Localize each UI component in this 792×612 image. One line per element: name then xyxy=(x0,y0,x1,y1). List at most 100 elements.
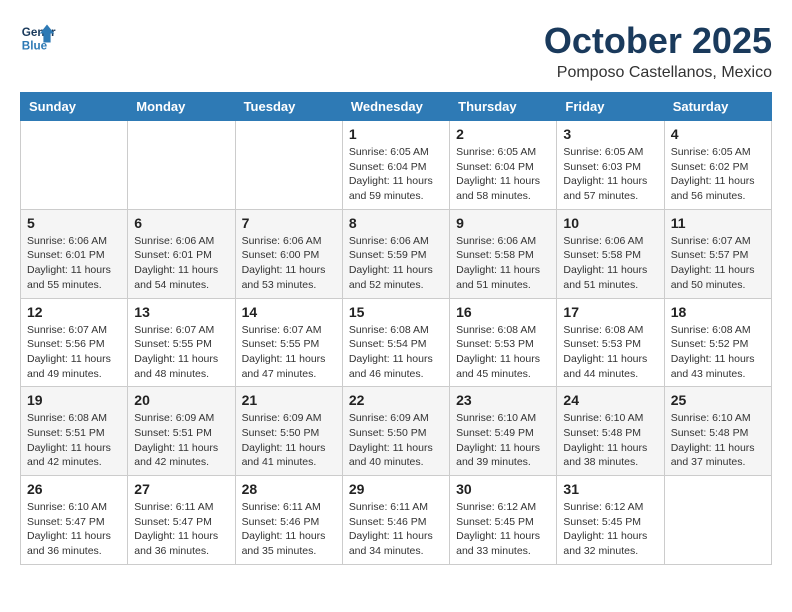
day-number: 10 xyxy=(563,215,657,231)
weekday-header-friday: Friday xyxy=(557,93,664,121)
day-number: 30 xyxy=(456,481,550,497)
day-cell: 27Sunrise: 6:11 AM Sunset: 5:47 PM Dayli… xyxy=(128,476,235,565)
day-number: 22 xyxy=(349,392,443,408)
day-number: 24 xyxy=(563,392,657,408)
day-info: Sunrise: 6:09 AM Sunset: 5:51 PM Dayligh… xyxy=(134,411,228,470)
logo-icon: General Blue xyxy=(20,20,56,56)
day-number: 31 xyxy=(563,481,657,497)
calendar: SundayMondayTuesdayWednesdayThursdayFrid… xyxy=(20,92,772,565)
day-number: 14 xyxy=(242,304,336,320)
week-row-1: 1 Sunrise: 6:05 AM Sunset: 6:04 PM Daylig… xyxy=(21,121,772,210)
weekday-header-tuesday: Tuesday xyxy=(235,93,342,121)
day-number: 4 xyxy=(671,126,765,142)
day-cell: 21 Sunrise: 6:09 AM Sunset: 5:50 PM Dayli… xyxy=(235,387,342,476)
day-info: Sunrise: 6:12 AM Sunset: 5:45 PM Dayligh… xyxy=(456,500,550,559)
day-info: Sunrise: 6:06 AM Sunset: 5:58 PM Dayligh… xyxy=(456,234,550,293)
day-info: Sunrise: 6:10 AM Sunset: 5:48 PM Dayligh… xyxy=(671,411,765,470)
day-info: Sunrise: 6:09 AM Sunset: 5:50 PM Dayligh… xyxy=(242,411,336,470)
day-number: 2 xyxy=(456,126,550,142)
day-info: Sunrise: 6:06 AM Sunset: 6:00 PM Dayligh… xyxy=(242,234,336,293)
day-number: 11 xyxy=(671,215,765,231)
day-info: Sunrise: 6:11 AM Sunset: 5:46 PM Dayligh… xyxy=(349,500,443,559)
day-info: Sunrise: 6:10 AM Sunset: 5:49 PM Dayligh… xyxy=(456,411,550,470)
day-cell: 24 Sunrise: 6:10 AM Sunset: 5:48 PM Dayli… xyxy=(557,387,664,476)
day-cell: 11 Sunrise: 6:07 AM Sunset: 5:57 PM Dayli… xyxy=(664,209,771,298)
week-row-2: 5 Sunrise: 6:06 AM Sunset: 6:01 PM Daylig… xyxy=(21,209,772,298)
day-number: 8 xyxy=(349,215,443,231)
day-number: 27 xyxy=(134,481,228,497)
day-cell: 15 Sunrise: 6:08 AM Sunset: 5:54 PM Dayli… xyxy=(342,298,449,387)
day-info: Sunrise: 6:05 AM Sunset: 6:02 PM Dayligh… xyxy=(671,145,765,204)
day-info: Sunrise: 6:11 AM Sunset: 5:46 PM Dayligh… xyxy=(242,500,336,559)
day-number: 18 xyxy=(671,304,765,320)
day-cell: 16 Sunrise: 6:08 AM Sunset: 5:53 PM Dayli… xyxy=(450,298,557,387)
day-cell: 19 Sunrise: 6:08 AM Sunset: 5:51 PM Dayli… xyxy=(21,387,128,476)
day-cell: 10 Sunrise: 6:06 AM Sunset: 5:58 PM Dayli… xyxy=(557,209,664,298)
day-number: 17 xyxy=(563,304,657,320)
day-number: 20 xyxy=(134,392,228,408)
day-cell: 18 Sunrise: 6:08 AM Sunset: 5:52 PM Dayli… xyxy=(664,298,771,387)
day-cell xyxy=(235,121,342,210)
day-info: Sunrise: 6:07 AM Sunset: 5:57 PM Dayligh… xyxy=(671,234,765,293)
day-number: 6 xyxy=(134,215,228,231)
day-cell: 7 Sunrise: 6:06 AM Sunset: 6:00 PM Daylig… xyxy=(235,209,342,298)
day-cell: 26 Sunrise: 6:10 AM Sunset: 5:47 PM Dayli… xyxy=(21,476,128,565)
day-info: Sunrise: 6:10 AM Sunset: 5:47 PM Dayligh… xyxy=(27,500,121,559)
day-cell: 4 Sunrise: 6:05 AM Sunset: 6:02 PM Daylig… xyxy=(664,121,771,210)
day-info: Sunrise: 6:05 AM Sunset: 6:04 PM Dayligh… xyxy=(456,145,550,204)
day-cell: 5 Sunrise: 6:06 AM Sunset: 6:01 PM Daylig… xyxy=(21,209,128,298)
title-area: October 2025 Pomposo Castellanos, Mexico xyxy=(544,20,772,82)
day-info: Sunrise: 6:08 AM Sunset: 5:51 PM Dayligh… xyxy=(27,411,121,470)
day-cell: 31 Sunrise: 6:12 AM Sunset: 5:45 PM Dayli… xyxy=(557,476,664,565)
day-cell xyxy=(21,121,128,210)
day-number: 15 xyxy=(349,304,443,320)
day-cell xyxy=(664,476,771,565)
day-cell: 23 Sunrise: 6:10 AM Sunset: 5:49 PM Dayli… xyxy=(450,387,557,476)
day-info: Sunrise: 6:08 AM Sunset: 5:53 PM Dayligh… xyxy=(563,323,657,382)
day-number: 26 xyxy=(27,481,121,497)
day-cell: 25Sunrise: 6:10 AM Sunset: 5:48 PM Dayli… xyxy=(664,387,771,476)
header: General Blue October 2025 Pomposo Castel… xyxy=(20,20,772,82)
weekday-header-saturday: Saturday xyxy=(664,93,771,121)
day-info: Sunrise: 6:06 AM Sunset: 6:01 PM Dayligh… xyxy=(27,234,121,293)
day-number: 5 xyxy=(27,215,121,231)
day-info: Sunrise: 6:06 AM Sunset: 6:01 PM Dayligh… xyxy=(134,234,228,293)
day-cell: 17 Sunrise: 6:08 AM Sunset: 5:53 PM Dayli… xyxy=(557,298,664,387)
weekday-header-thursday: Thursday xyxy=(450,93,557,121)
day-number: 19 xyxy=(27,392,121,408)
location-title: Pomposo Castellanos, Mexico xyxy=(544,64,772,82)
day-cell: 12 Sunrise: 6:07 AM Sunset: 5:56 PM Dayli… xyxy=(21,298,128,387)
day-number: 12 xyxy=(27,304,121,320)
day-cell: 30 Sunrise: 6:12 AM Sunset: 5:45 PM Dayli… xyxy=(450,476,557,565)
week-row-5: 26 Sunrise: 6:10 AM Sunset: 5:47 PM Dayli… xyxy=(21,476,772,565)
day-number: 3 xyxy=(563,126,657,142)
day-cell: 28Sunrise: 6:11 AM Sunset: 5:46 PM Dayli… xyxy=(235,476,342,565)
day-info: Sunrise: 6:07 AM Sunset: 5:55 PM Dayligh… xyxy=(242,323,336,382)
day-cell: 13Sunrise: 6:07 AM Sunset: 5:55 PM Dayli… xyxy=(128,298,235,387)
day-info: Sunrise: 6:08 AM Sunset: 5:54 PM Dayligh… xyxy=(349,323,443,382)
day-cell: 3Sunrise: 6:05 AM Sunset: 6:03 PM Daylig… xyxy=(557,121,664,210)
day-info: Sunrise: 6:06 AM Sunset: 5:59 PM Dayligh… xyxy=(349,234,443,293)
day-cell: 20 Sunrise: 6:09 AM Sunset: 5:51 PM Dayli… xyxy=(128,387,235,476)
day-number: 23 xyxy=(456,392,550,408)
day-cell: 8 Sunrise: 6:06 AM Sunset: 5:59 PM Daylig… xyxy=(342,209,449,298)
day-info: Sunrise: 6:12 AM Sunset: 5:45 PM Dayligh… xyxy=(563,500,657,559)
day-number: 13 xyxy=(134,304,228,320)
day-cell: 6 Sunrise: 6:06 AM Sunset: 6:01 PM Daylig… xyxy=(128,209,235,298)
day-cell: 9 Sunrise: 6:06 AM Sunset: 5:58 PM Daylig… xyxy=(450,209,557,298)
day-info: Sunrise: 6:07 AM Sunset: 5:56 PM Dayligh… xyxy=(27,323,121,382)
day-number: 16 xyxy=(456,304,550,320)
day-number: 1 xyxy=(349,126,443,142)
day-number: 7 xyxy=(242,215,336,231)
weekday-header-row: SundayMondayTuesdayWednesdayThursdayFrid… xyxy=(21,93,772,121)
day-info: Sunrise: 6:10 AM Sunset: 5:48 PM Dayligh… xyxy=(563,411,657,470)
day-info: Sunrise: 6:08 AM Sunset: 5:52 PM Dayligh… xyxy=(671,323,765,382)
day-number: 9 xyxy=(456,215,550,231)
day-info: Sunrise: 6:08 AM Sunset: 5:53 PM Dayligh… xyxy=(456,323,550,382)
day-info: Sunrise: 6:09 AM Sunset: 5:50 PM Dayligh… xyxy=(349,411,443,470)
day-info: Sunrise: 6:05 AM Sunset: 6:04 PM Dayligh… xyxy=(349,145,443,204)
day-number: 21 xyxy=(242,392,336,408)
day-info: Sunrise: 6:06 AM Sunset: 5:58 PM Dayligh… xyxy=(563,234,657,293)
day-cell: 22 Sunrise: 6:09 AM Sunset: 5:50 PM Dayli… xyxy=(342,387,449,476)
week-row-4: 19 Sunrise: 6:08 AM Sunset: 5:51 PM Dayli… xyxy=(21,387,772,476)
